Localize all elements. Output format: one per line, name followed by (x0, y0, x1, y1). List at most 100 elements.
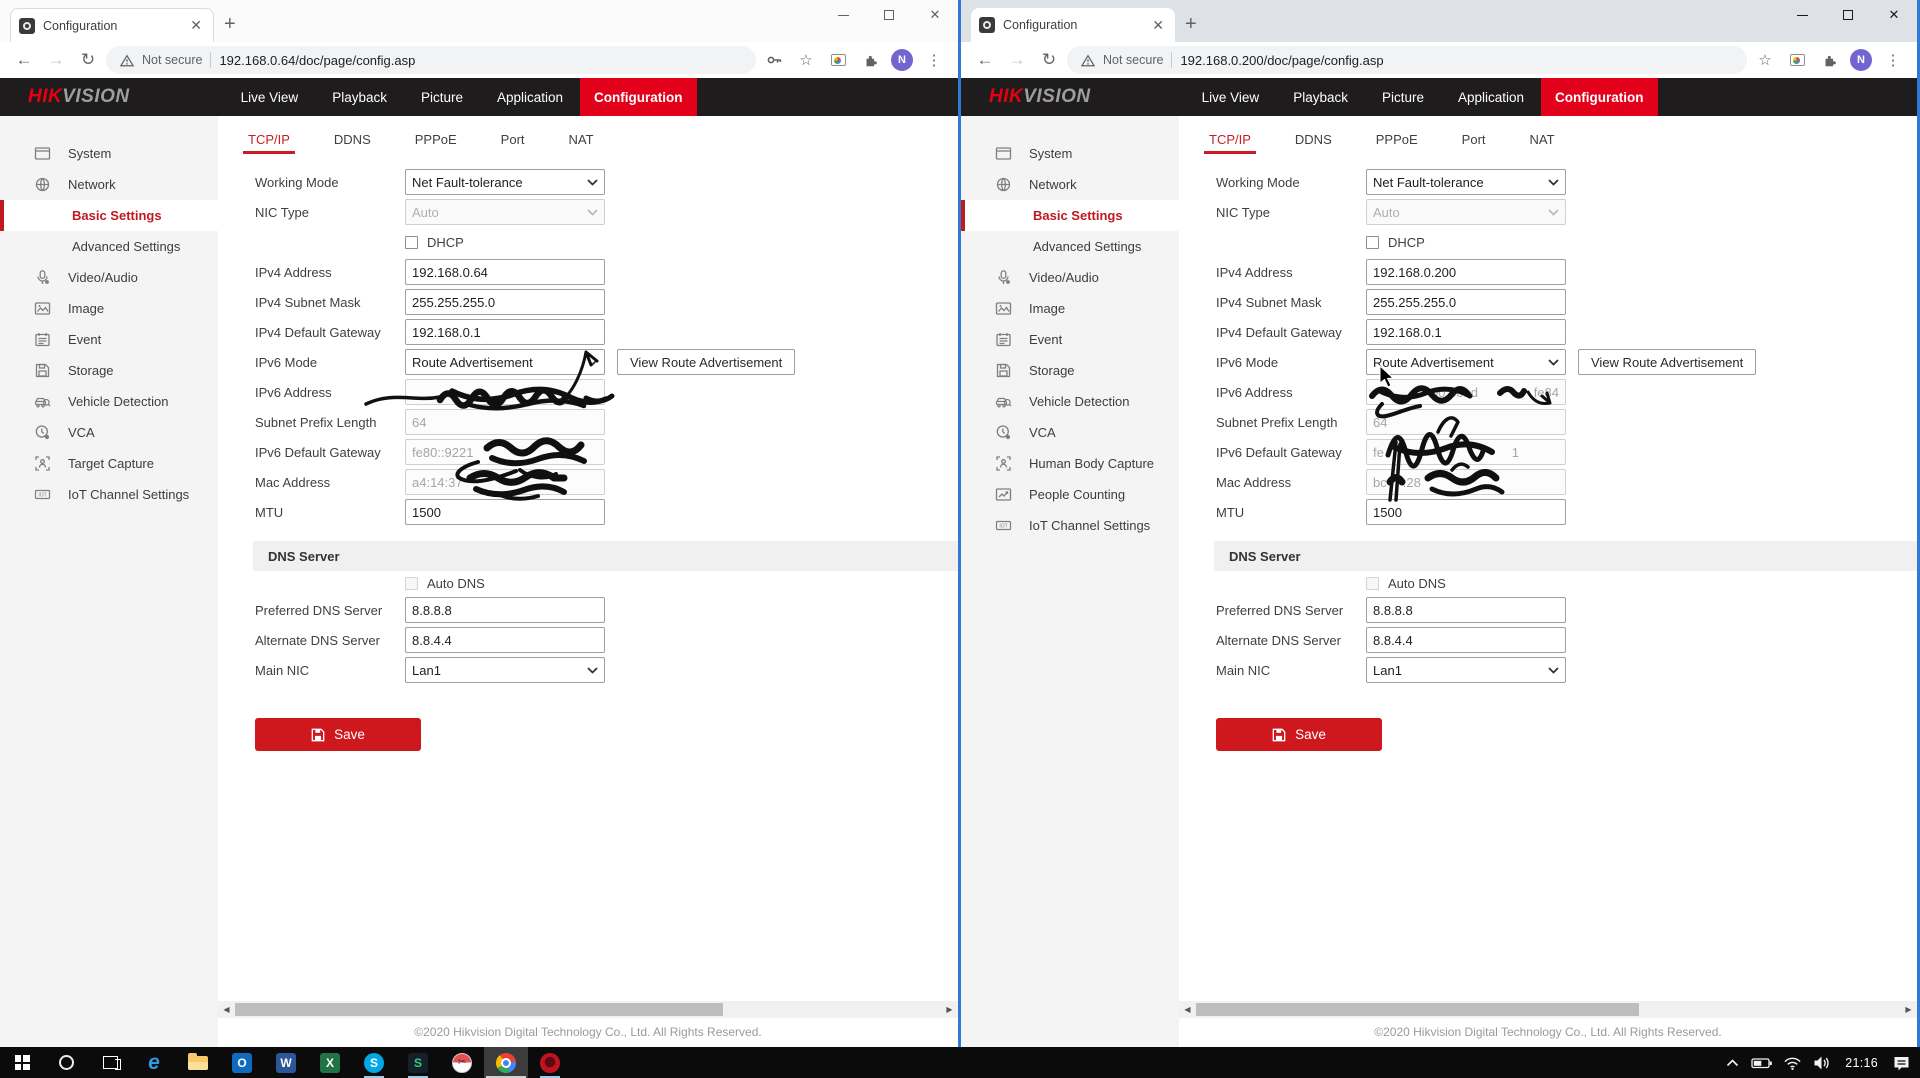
browser-menu-icon[interactable]: ⋮ (1879, 51, 1907, 69)
tab-close-icon[interactable]: ✕ (1149, 17, 1167, 34)
ipv6-mode-select[interactable]: Route Advertisement (1366, 349, 1566, 375)
sidebar-item-people-counting[interactable]: People Counting (961, 479, 1179, 510)
forward-button[interactable]: → (1003, 50, 1031, 70)
reload-button[interactable]: ↻ (1035, 50, 1063, 70)
sidebar-item-human-body-capture[interactable]: Human Body Capture (961, 448, 1179, 479)
sidebar-item-video-audio[interactable]: Video/Audio (0, 262, 218, 293)
sidebar-item-storage[interactable]: Storage (0, 355, 218, 386)
browser-tab[interactable]: Configuration ✕ (10, 8, 214, 42)
wifi-icon[interactable] (1777, 1047, 1807, 1078)
close-button[interactable]: ✕ (912, 0, 958, 30)
scroll-left-arrow[interactable]: ◀ (1179, 1001, 1196, 1018)
save-button[interactable]: Save (1216, 718, 1382, 751)
forward-button[interactable]: → (42, 50, 70, 70)
maximize-button[interactable] (1825, 0, 1871, 30)
cortana-search-icon[interactable] (44, 1047, 88, 1078)
ipv6-mode-select[interactable]: Route Advertisement (405, 349, 605, 375)
skype-icon[interactable]: S (352, 1047, 396, 1078)
menu-picture[interactable]: Picture (1365, 78, 1441, 116)
menu-live-view[interactable]: Live View (1185, 78, 1277, 116)
sidebar-item-image[interactable]: Image (961, 293, 1179, 324)
preferred-dns-input[interactable] (1366, 597, 1566, 623)
tab-nat[interactable]: NAT (1525, 128, 1560, 154)
browser-tab[interactable]: Configuration ✕ (971, 8, 1175, 42)
action-center-icon[interactable] (1886, 1047, 1916, 1078)
sidebar-item-vca[interactable]: VCA (0, 417, 218, 448)
menu-configuration[interactable]: Configuration (580, 78, 696, 116)
reload-button[interactable]: ↻ (74, 50, 102, 70)
volume-icon[interactable] (1807, 1047, 1837, 1078)
back-button[interactable]: ← (10, 50, 38, 70)
menu-application[interactable]: Application (480, 78, 580, 116)
address-bar[interactable]: Not secure 192.168.0.64/doc/page/config.… (106, 46, 756, 74)
profile-avatar[interactable]: N (888, 49, 916, 71)
word-icon[interactable]: W (264, 1047, 308, 1078)
tab-pppoe[interactable]: PPPoE (1371, 128, 1423, 154)
preferred-dns-input[interactable] (405, 597, 605, 623)
photos-extension-icon[interactable] (824, 54, 852, 66)
view-route-advertisement-button[interactable]: View Route Advertisement (1578, 349, 1756, 375)
edge-icon[interactable]: e (132, 1047, 176, 1078)
sidebar-item-network[interactable]: Network (0, 169, 218, 200)
ipv4-address-input[interactable] (405, 259, 605, 285)
dhcp-checkbox[interactable] (405, 236, 418, 249)
sidebar-item-iot-channel-settings[interactable]: IOTIoT Channel Settings (0, 479, 218, 510)
sidebar-item-system[interactable]: System (961, 138, 1179, 169)
main-nic-select[interactable]: Lan1 (1366, 657, 1566, 683)
ipv4-address-input[interactable] (1366, 259, 1566, 285)
working-mode-select[interactable]: Net Fault-tolerance (1366, 169, 1566, 195)
sidebar-item-image[interactable]: Image (0, 293, 218, 324)
sidebar-item-vca[interactable]: VCA (961, 417, 1179, 448)
tab-ddns[interactable]: DDNS (329, 128, 376, 154)
bookmark-star-icon[interactable]: ☆ (792, 51, 820, 69)
ipv4-gateway-input[interactable] (405, 319, 605, 345)
sidebar-item-advanced-settings[interactable]: Advanced Settings (0, 231, 218, 262)
horizontal-scrollbar[interactable]: ◀ ▶ (218, 1001, 958, 1018)
outlook-icon[interactable]: O (220, 1047, 264, 1078)
scrollbar-thumb[interactable] (1196, 1003, 1639, 1016)
sidebar-item-event[interactable]: Event (961, 324, 1179, 355)
scrollbar-thumb[interactable] (235, 1003, 723, 1016)
bookmark-star-icon[interactable]: ☆ (1751, 51, 1779, 69)
mtu-input[interactable] (405, 499, 605, 525)
alternate-dns-input[interactable] (405, 627, 605, 653)
new-tab-button[interactable]: + (224, 13, 236, 36)
maximize-button[interactable] (866, 0, 912, 30)
working-mode-select[interactable]: Net Fault-tolerance (405, 169, 605, 195)
menu-picture[interactable]: Picture (404, 78, 480, 116)
minimize-button[interactable] (1779, 0, 1825, 30)
tab-close-icon[interactable]: ✕ (187, 17, 205, 34)
tab-nat[interactable]: NAT (564, 128, 599, 154)
sidebar-item-system[interactable]: System (0, 138, 218, 169)
ipv4-subnet-input[interactable] (405, 289, 605, 315)
mtu-input[interactable] (1366, 499, 1566, 525)
save-button[interactable]: Save (255, 718, 421, 751)
sidebar-item-network[interactable]: Network (961, 169, 1179, 200)
sidebar-item-video-audio[interactable]: Video/Audio (961, 262, 1179, 293)
tab-tcpip[interactable]: TCP/IP (243, 128, 295, 154)
file-explorer-icon[interactable] (176, 1047, 220, 1078)
browser-menu-icon[interactable]: ⋮ (920, 51, 948, 69)
menu-live-view[interactable]: Live View (224, 78, 316, 116)
tab-ddns[interactable]: DDNS (1290, 128, 1337, 154)
battery-icon[interactable] (1747, 1047, 1777, 1078)
extensions-puzzle-icon[interactable] (1815, 53, 1843, 68)
sidebar-item-vehicle-detection[interactable]: Vehicle Detection (0, 386, 218, 417)
ipv4-gateway-input[interactable] (1366, 319, 1566, 345)
menu-playback[interactable]: Playback (315, 78, 404, 116)
taskbar-clock[interactable]: 21:16 (1837, 1056, 1886, 1070)
horizontal-scrollbar[interactable]: ◀ ▶ (1179, 1001, 1917, 1018)
snip-app-icon[interactable]: ✂ (440, 1047, 484, 1078)
tab-tcpip[interactable]: TCP/IP (1204, 128, 1256, 154)
ipv4-subnet-input[interactable] (1366, 289, 1566, 315)
menu-playback[interactable]: Playback (1276, 78, 1365, 116)
scroll-right-arrow[interactable]: ▶ (941, 1001, 958, 1018)
sidebar-item-advanced-settings[interactable]: Advanced Settings (961, 231, 1179, 262)
sidebar-item-basic-settings[interactable]: Basic Settings (0, 200, 218, 231)
profile-avatar[interactable]: N (1847, 49, 1875, 71)
tray-expand-icon[interactable] (1717, 1047, 1747, 1078)
address-bar[interactable]: Not secure 192.168.0.200/doc/page/config… (1067, 46, 1747, 74)
tab-port[interactable]: Port (496, 128, 530, 154)
chrome-icon[interactable] (484, 1047, 528, 1078)
tab-pppoe[interactable]: PPPoE (410, 128, 462, 154)
